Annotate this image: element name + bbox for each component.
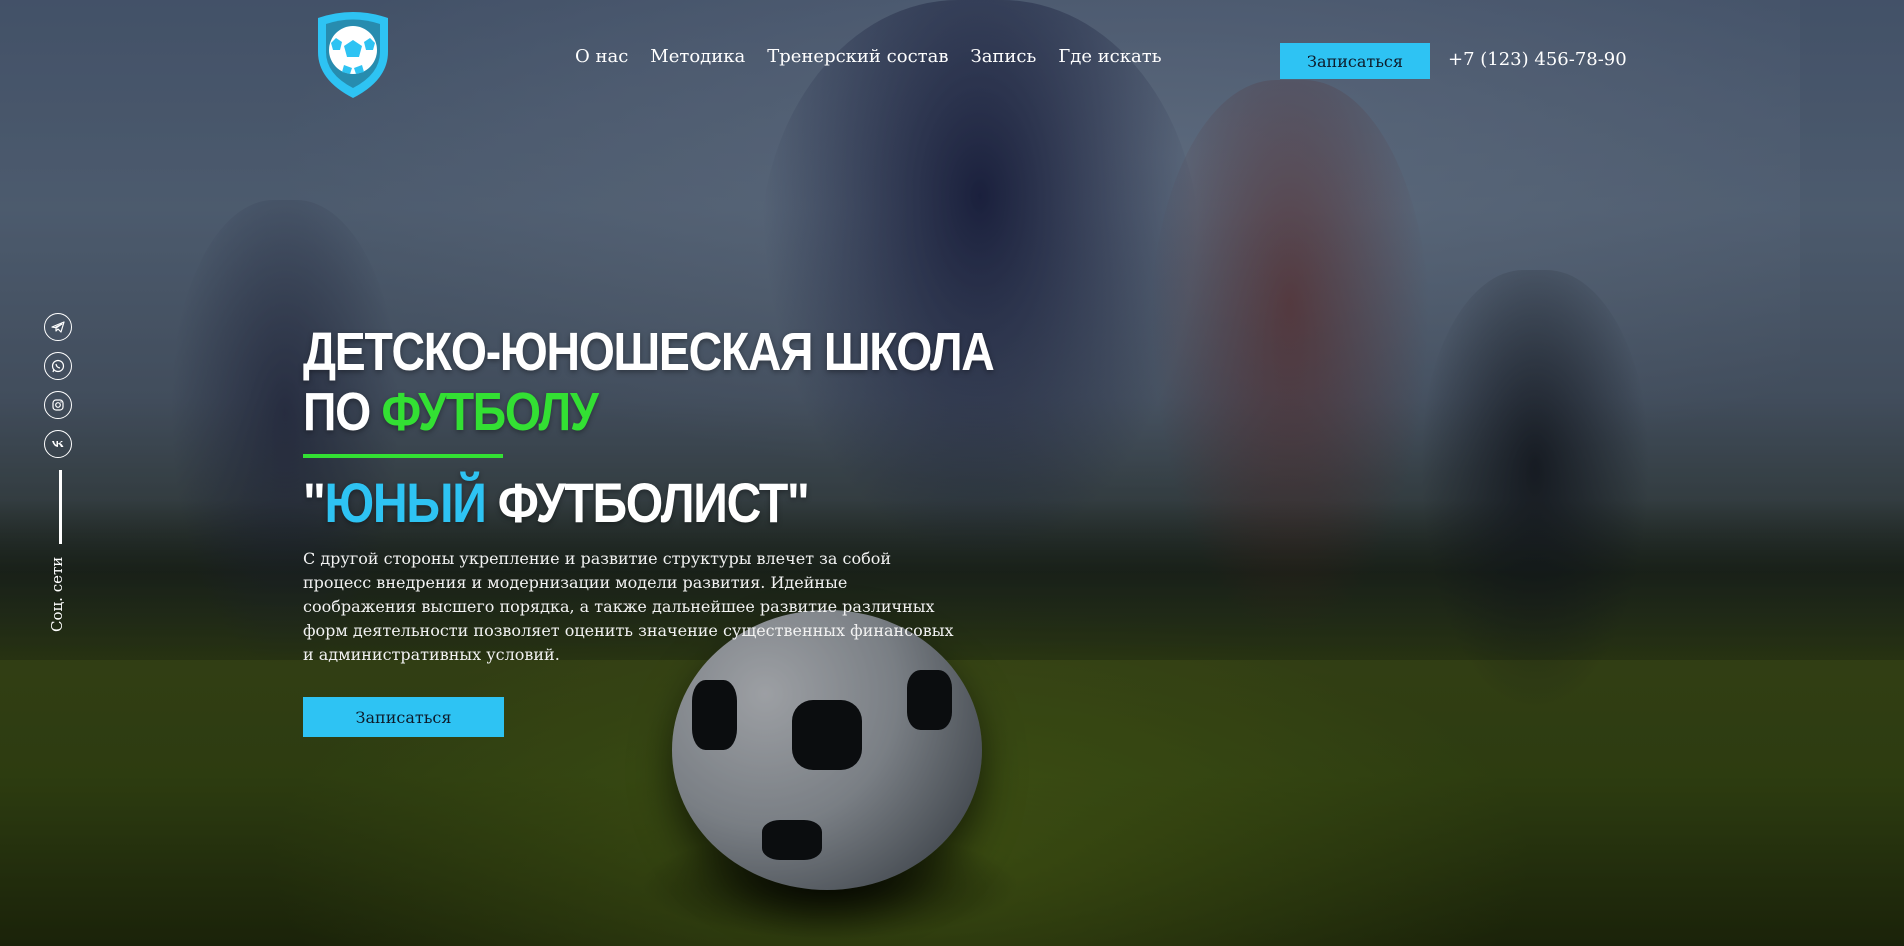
nav-item-about[interactable]: О нас <box>575 44 628 70</box>
dark-overlay <box>0 0 1904 946</box>
title-line-2-prefix: ПО <box>303 382 382 442</box>
title-line-1: ДЕТСКО-ЮНОШЕСКАЯ ШКОЛА <box>303 322 995 382</box>
logo[interactable] <box>312 10 394 100</box>
social-label: Соц. сети <box>48 556 66 632</box>
nav-item-signup[interactable]: Запись <box>970 44 1036 70</box>
vk-icon[interactable] <box>44 430 72 458</box>
page-subtitle: "ЮНЫЙ ФУТБОЛИСТ" <box>303 470 810 536</box>
nav-item-methodology[interactable]: Методика <box>650 44 745 70</box>
phone-number[interactable]: +7 (123) 456-78-90 <box>1448 47 1627 73</box>
hero-section: О нас Методика Тренерский состав Запись … <box>0 0 1904 946</box>
subtitle-accent: ЮНЫЙ <box>324 471 487 534</box>
instagram-icon[interactable] <box>44 391 72 419</box>
title-underline <box>303 454 503 458</box>
nav-item-location[interactable]: Где искать <box>1058 44 1161 70</box>
social-links <box>44 313 72 458</box>
whatsapp-icon[interactable] <box>44 352 72 380</box>
hero-description: С другой стороны укрепление и развитие с… <box>303 549 954 664</box>
header-signup-button[interactable]: Записаться <box>1280 43 1430 79</box>
title-line-2-accent: ФУТБОЛУ <box>381 382 599 442</box>
soccer-ball-shield-icon <box>318 12 388 98</box>
subtitle-rest: ФУТБОЛИСТ" <box>485 471 810 534</box>
nav-item-coaches[interactable]: Тренерский состав <box>767 44 948 70</box>
hero-signup-button[interactable]: Записаться <box>303 697 504 737</box>
main-nav: О нас Методика Тренерский состав Запись … <box>575 44 1162 70</box>
social-divider <box>59 470 62 544</box>
telegram-icon[interactable] <box>44 313 72 341</box>
subtitle-quote: " <box>303 471 326 534</box>
page-title: ДЕТСКО-ЮНОШЕСКАЯ ШКОЛА ПО ФУТБОЛУ <box>303 322 995 442</box>
